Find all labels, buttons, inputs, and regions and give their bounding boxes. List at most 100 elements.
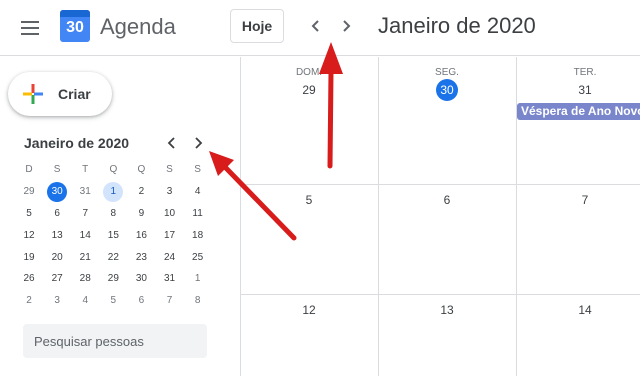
mini-day-cell[interactable]: 8 <box>99 203 127 225</box>
mini-day-number: 4 <box>82 295 89 307</box>
mini-day-cell[interactable]: 18 <box>184 224 212 246</box>
mini-day-cell[interactable]: 31 <box>71 181 99 203</box>
mini-day-number: 23 <box>135 251 147 263</box>
today-button[interactable]: Hoje <box>230 9 284 43</box>
people-search-input[interactable] <box>23 324 207 358</box>
mini-day-cell[interactable]: 9 <box>127 203 155 225</box>
mini-day-cell[interactable]: 28 <box>71 268 99 290</box>
mini-day-cell[interactable]: 11 <box>184 203 212 225</box>
mini-day-cell[interactable]: 2 <box>15 290 43 312</box>
mini-day-number: 21 <box>79 251 91 263</box>
day-cell-number[interactable]: 6 <box>432 188 462 212</box>
mini-day-cell[interactable]: 22 <box>99 246 127 268</box>
mini-day-cell[interactable]: 7 <box>71 203 99 225</box>
day-cell-number[interactable]: 14 <box>570 298 600 322</box>
next-period-button[interactable] <box>332 12 360 40</box>
mini-day-number: 10 <box>163 207 176 219</box>
calendar-grid: DOM. 29 SEG. 30 TER. 31 Véspera de Ano N… <box>240 57 640 376</box>
mini-day-cell[interactable]: 15 <box>99 224 127 246</box>
mini-day-cell[interactable]: 14 <box>71 224 99 246</box>
mini-day-cell[interactable]: 6 <box>127 290 155 312</box>
mini-day-cell[interactable]: 29 <box>15 181 43 203</box>
mini-calendar: D S T Q Q S S 29 30 31 1 2 3 4 5 6 7 8 9 10 11 12 13 14 15 16 17 18… <box>15 159 212 312</box>
day-cell-number[interactable]: 13 <box>432 298 462 322</box>
mini-weekday-label: Q <box>137 164 146 176</box>
mini-day-number: 18 <box>192 229 204 241</box>
day-cell-number-today[interactable]: 30 <box>436 79 458 101</box>
mini-day-number: 31 <box>79 186 91 198</box>
day-cell-number[interactable]: 12 <box>294 298 324 322</box>
event-chip[interactable]: Véspera de Ano Novo (a) <box>517 103 640 120</box>
mini-day-cell[interactable]: 24 <box>155 246 183 268</box>
mini-day-cell[interactable]: 30 <box>43 181 71 203</box>
mini-day-number: 11 <box>192 207 203 219</box>
day-cell-number[interactable]: 29 <box>294 78 324 102</box>
mini-day-number: 14 <box>79 229 91 241</box>
mini-week-row: 12 13 14 15 16 17 18 <box>15 224 212 246</box>
top-bar: 30 Agenda Hoje Janeiro de 2020 <box>0 0 640 56</box>
mini-next-month-button[interactable] <box>188 133 208 153</box>
mini-week-row: 29 30 31 1 2 3 4 <box>15 181 212 203</box>
mini-day-number: 24 <box>163 251 176 263</box>
mini-prev-month-button[interactable] <box>162 133 182 153</box>
mini-day-cell[interactable]: 12 <box>15 224 43 246</box>
chevron-right-icon <box>195 137 203 149</box>
mini-day-number: 7 <box>166 295 173 307</box>
mini-day-number: 15 <box>107 229 119 241</box>
mini-day-cell[interactable]: 25 <box>184 246 212 268</box>
mini-day-cell[interactable]: 6 <box>43 203 71 225</box>
plus-icon <box>23 84 43 104</box>
mini-day-cell[interactable]: 1 <box>184 268 212 290</box>
mini-day-cell[interactable]: 1 <box>99 181 127 203</box>
day-cell-number[interactable]: 5 <box>294 188 324 212</box>
day-cell-number[interactable]: 7 <box>570 188 600 212</box>
mini-day-cell[interactable]: 29 <box>99 268 127 290</box>
mini-day-cell[interactable]: 16 <box>127 224 155 246</box>
mini-day-cell[interactable]: 30 <box>127 268 155 290</box>
mini-day-cell[interactable]: 3 <box>43 290 71 312</box>
mini-day-cell[interactable]: 8 <box>184 290 212 312</box>
prev-period-button[interactable] <box>302 12 330 40</box>
mini-day-number: 3 <box>54 295 60 307</box>
mini-day-cell[interactable]: 4 <box>71 290 99 312</box>
mini-day-number: 27 <box>51 273 63 285</box>
column-divider <box>378 57 379 376</box>
mini-day-number: 19 <box>23 251 35 263</box>
mini-day-cell[interactable]: 23 <box>127 246 155 268</box>
mini-day-cell[interactable]: 4 <box>184 181 212 203</box>
mini-day-number: 9 <box>138 207 145 219</box>
mini-day-number: 1 <box>103 181 124 202</box>
mini-weekday-label: S <box>53 164 61 176</box>
mini-day-cell[interactable]: 5 <box>99 290 127 312</box>
mini-day-cell[interactable]: 26 <box>15 268 43 290</box>
mini-day-cell[interactable]: 31 <box>155 268 183 290</box>
mini-day-number: 8 <box>110 207 117 219</box>
chevron-left-icon <box>167 137 175 149</box>
mini-day-cell[interactable]: 10 <box>155 203 183 225</box>
mini-day-number: 1 <box>194 273 201 285</box>
mini-day-cell[interactable]: 21 <box>71 246 99 268</box>
mini-day-cell[interactable]: 5 <box>15 203 43 225</box>
mini-weekday-label: Q <box>109 164 118 176</box>
create-button[interactable]: Criar <box>8 72 112 116</box>
mini-day-cell[interactable]: 17 <box>155 224 183 246</box>
mini-day-cell[interactable]: 13 <box>43 224 71 246</box>
mini-day-number: 16 <box>135 229 147 241</box>
mini-day-cell[interactable]: 27 <box>43 268 71 290</box>
mini-day-cell[interactable]: 3 <box>155 181 183 203</box>
mini-day-number: 4 <box>194 186 201 198</box>
mini-day-cell[interactable]: 2 <box>127 181 155 203</box>
mini-day-number: 30 <box>135 273 147 285</box>
weekday-label: DOM. <box>295 67 323 78</box>
mini-day-number: 5 <box>110 295 117 307</box>
mini-day-cell[interactable]: 20 <box>43 246 71 268</box>
mini-day-cell[interactable]: 19 <box>15 246 43 268</box>
menu-icon[interactable] <box>12 12 48 44</box>
mini-day-cell[interactable]: 7 <box>155 290 183 312</box>
calendar-logo[interactable]: 30 <box>60 10 90 42</box>
mini-day-number: 31 <box>163 273 176 285</box>
mini-day-number: 29 <box>23 186 35 198</box>
mini-day-number: 2 <box>26 295 32 307</box>
chevron-right-icon <box>343 20 351 32</box>
day-cell-number[interactable]: 31 <box>570 78 600 102</box>
